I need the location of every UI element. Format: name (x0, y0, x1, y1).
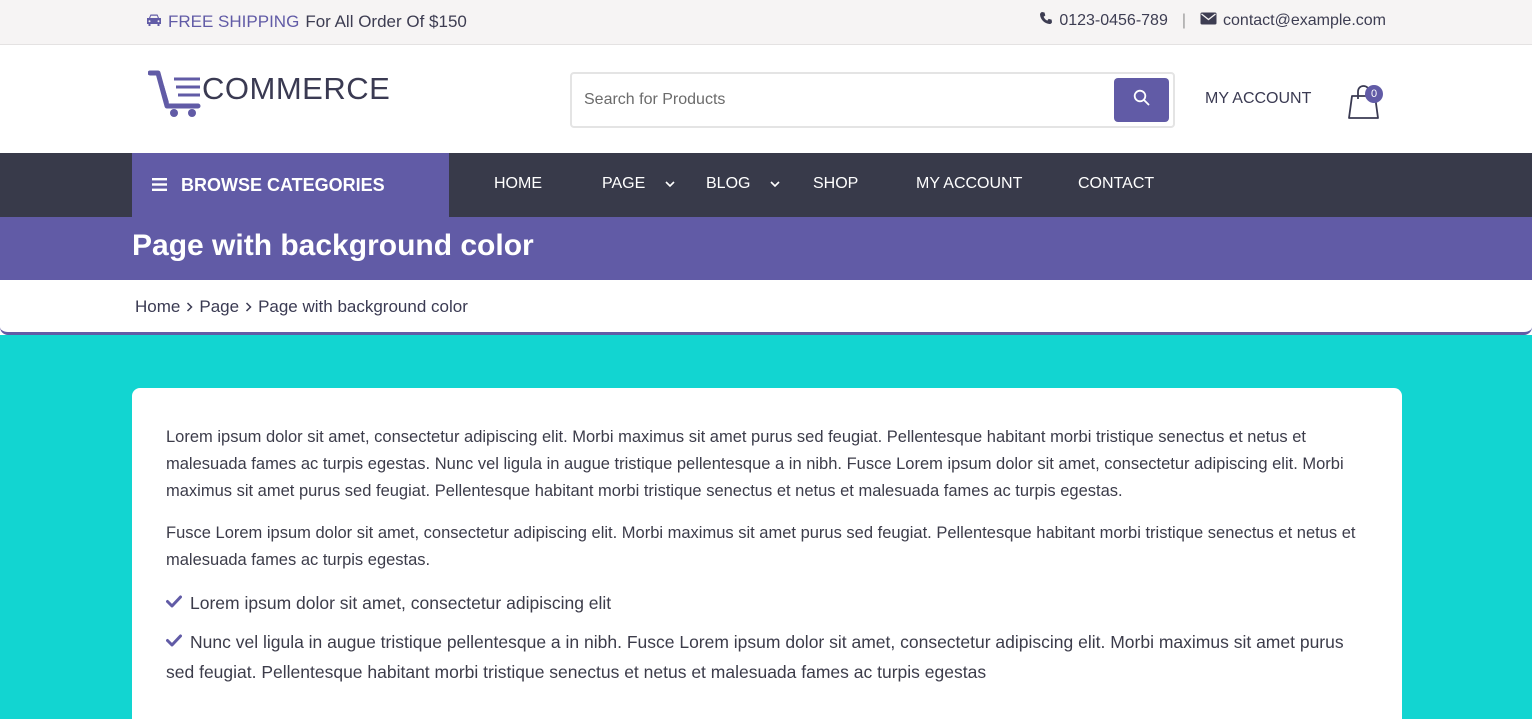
shipping-condition: For All Order Of $150 (305, 12, 467, 31)
email-address[interactable]: contact@example.com (1223, 12, 1386, 30)
page-title: Page with background color (132, 229, 534, 262)
main-content-area: Lorem ipsum dolor sit amet, consectetur … (0, 335, 1532, 719)
breadcrumb-page[interactable]: Page (199, 297, 239, 317)
free-shipping-label: FREE SHIPPING (168, 12, 300, 31)
search-button[interactable] (1114, 78, 1169, 122)
list-item: Lorem ipsum dolor sit amet, consectetur … (166, 589, 1368, 619)
chevron-down-icon (665, 175, 675, 193)
envelope-icon (1200, 12, 1217, 30)
feature-list: Lorem ipsum dolor sit amet, consectetur … (166, 589, 1368, 687)
contact-info: 0123-0456-789 | contact@example.com (1039, 11, 1386, 30)
nav-item-label: SHOP (813, 175, 859, 192)
my-account-link[interactable]: MY ACCOUNT (1205, 90, 1311, 108)
shopping-cart-logo-icon (147, 70, 204, 123)
search-input[interactable] (584, 86, 1104, 114)
breadcrumb-current: Page with background color (258, 297, 468, 316)
cart-button[interactable]: 0 (1347, 83, 1383, 121)
site-logo[interactable]: COMMERCE (147, 70, 391, 123)
hamburger-icon (152, 175, 167, 196)
cart-count-badge: 0 (1365, 85, 1383, 103)
nav-item-label: PAGE (602, 175, 646, 192)
chevron-down-icon (770, 175, 781, 193)
phone-icon (1039, 11, 1053, 30)
contact-separator: | (1181, 11, 1187, 29)
main-navigation: BROWSE CATEGORIES HOME PAGE BLOG SHOP MY… (0, 153, 1532, 217)
nav-item-label: HOME (494, 175, 542, 192)
content-paragraph: Lorem ipsum dolor sit amet, consectetur … (166, 428, 1344, 500)
nav-item-contact[interactable]: CONTACT (1078, 175, 1154, 193)
list-item-text: Lorem ipsum dolor sit amet, consectetur … (190, 593, 612, 613)
content-card: Lorem ipsum dolor sit amet, consectetur … (132, 388, 1402, 719)
nav-item-blog[interactable]: BLOG (706, 175, 781, 193)
phone-number[interactable]: 0123-0456-789 (1059, 12, 1168, 30)
nav-item-my-account[interactable]: MY ACCOUNT (916, 175, 1022, 193)
car-icon (146, 12, 162, 32)
chevron-right-icon (186, 297, 193, 317)
nav-item-home[interactable]: HOME (494, 175, 542, 193)
nav-item-label: CONTACT (1078, 175, 1155, 192)
search-box (570, 72, 1175, 128)
list-item: Nunc vel ligula in augue tristique pelle… (166, 628, 1368, 687)
list-item-text: Nunc vel ligula in augue tristique pelle… (166, 631, 1344, 682)
browse-categories-label: BROWSE CATEGORIES (181, 174, 385, 195)
site-header: COMMERCE MY ACCOUNT 0 (0, 45, 1532, 153)
browse-categories-button[interactable]: BROWSE CATEGORIES (132, 153, 449, 217)
breadcrumb-home[interactable]: Home (135, 297, 180, 317)
shopping-bag-icon (1347, 85, 1381, 125)
nav-item-page[interactable]: PAGE (602, 175, 675, 193)
nav-item-label: MY ACCOUNT (916, 175, 1023, 192)
check-icon (166, 627, 182, 656)
nav-item-label: BLOG (706, 175, 751, 192)
page-title-bar: Page with background color (0, 217, 1532, 280)
logo-text: COMMERCE (202, 71, 391, 106)
chevron-right-icon (245, 297, 252, 317)
nav-item-shop[interactable]: SHOP (813, 175, 858, 193)
breadcrumb-bar: Home Page Page with background color (0, 280, 1532, 335)
check-icon (166, 588, 182, 617)
shipping-notice: FREE SHIPPING For All Order Of $150 (146, 12, 467, 32)
content-paragraph: Fusce Lorem ipsum dolor sit amet, consec… (166, 524, 1356, 569)
search-icon (1133, 89, 1150, 111)
top-bar: FREE SHIPPING For All Order Of $150 0123… (0, 0, 1532, 45)
breadcrumb: Home Page Page with background color (135, 297, 468, 317)
